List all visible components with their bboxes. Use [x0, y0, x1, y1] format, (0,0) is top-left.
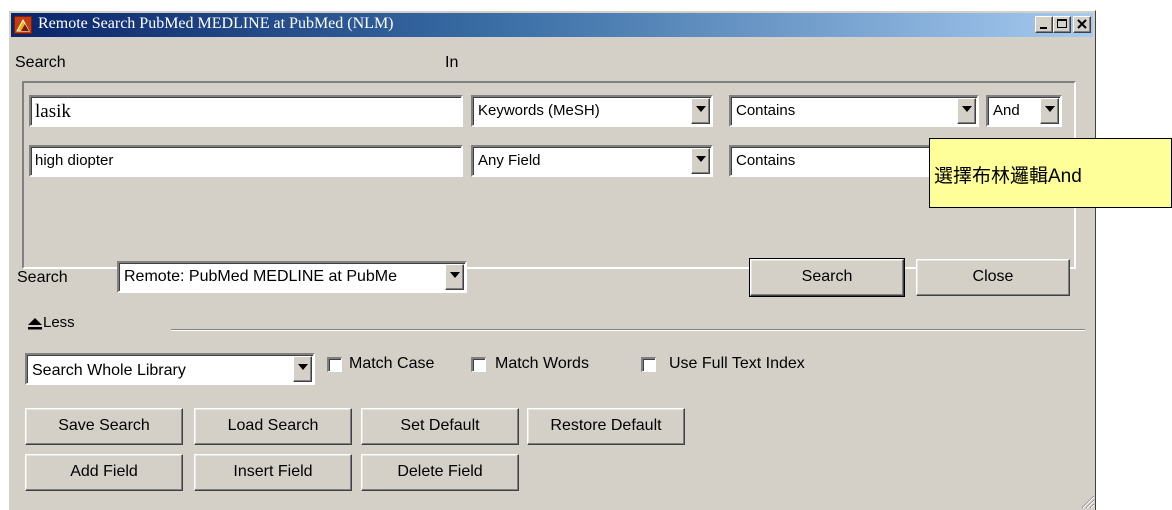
save-search-button[interactable]: Save Search	[25, 408, 183, 445]
maximize-icon	[1057, 19, 1067, 28]
window-title: Remote Search PubMed MEDLINE at PubMed (…	[38, 15, 394, 32]
chevron-down-icon[interactable]	[691, 148, 710, 174]
load-search-button[interactable]: Load Search	[194, 408, 352, 445]
operator-select-1[interactable]: Contains	[729, 95, 979, 127]
less-toggle[interactable]: Less	[27, 314, 117, 336]
boolean-select-1[interactable]: And	[986, 95, 1062, 127]
source-select[interactable]: Remote: PubMed MEDLINE at PubMe	[117, 261, 467, 293]
insert-field-button[interactable]: Insert Field	[194, 454, 352, 491]
delete-field-button[interactable]: Delete Field	[361, 454, 519, 491]
restore-default-button[interactable]: Restore Default	[527, 408, 685, 445]
source-select-value: Remote: PubMed MEDLINE at PubMe	[124, 268, 398, 285]
field-select-2[interactable]: Any Field	[471, 145, 713, 177]
match-case-label[interactable]: Match Case	[349, 355, 434, 373]
boolean-select-1-value: And	[993, 102, 1020, 119]
annotation-text: 選擇布林邏輯And	[934, 166, 1082, 187]
scope-select-value: Search Whole Library	[32, 362, 186, 379]
add-field-button[interactable]: Add Field	[25, 454, 183, 491]
match-words-label[interactable]: Match Words	[495, 355, 589, 373]
match-words-checkbox[interactable]	[471, 357, 486, 372]
close-button[interactable]: Close	[916, 259, 1070, 296]
maximize-button[interactable]	[1053, 16, 1071, 33]
scope-select[interactable]: Search Whole Library	[25, 353, 315, 385]
minimize-icon	[1040, 27, 1047, 29]
source-label: Search	[17, 269, 68, 286]
close-window-button[interactable]	[1073, 16, 1091, 33]
match-case-checkbox[interactable]	[327, 357, 342, 372]
search-window: Remote Search PubMed MEDLINE at PubMed (…	[8, 10, 1096, 510]
field-select-2-value: Any Field	[478, 152, 541, 169]
less-label: Less	[43, 314, 75, 331]
field-select-1[interactable]: Keywords (MeSH)	[471, 95, 713, 127]
arrow-up-icon	[28, 318, 42, 330]
chevron-down-icon[interactable]	[293, 356, 312, 382]
set-default-button[interactable]: Set Default	[361, 408, 519, 445]
in-column-header: In	[445, 54, 459, 71]
minimize-button[interactable]	[1035, 16, 1053, 33]
operator-select-2-value: Contains	[736, 152, 796, 169]
chevron-down-icon[interactable]	[691, 98, 710, 124]
operator-select-1-value: Contains	[736, 102, 796, 119]
close-icon	[1077, 19, 1087, 29]
full-text-index-checkbox[interactable]	[641, 357, 656, 372]
chevron-down-icon[interactable]	[445, 264, 464, 290]
annotation-callout: 選擇布林邏輯And	[929, 138, 1172, 208]
app-icon	[14, 16, 32, 34]
search-button[interactable]: Search	[749, 258, 905, 297]
full-text-index-label[interactable]: Use Full Text Index	[669, 355, 805, 373]
search-term-input-2[interactable]: high diopter	[29, 145, 463, 177]
resize-grip-icon[interactable]	[1077, 491, 1095, 509]
search-column-header: Search	[15, 54, 66, 71]
field-select-1-value: Keywords (MeSH)	[478, 102, 600, 119]
title-bar[interactable]: Remote Search PubMed MEDLINE at PubMed (…	[11, 13, 1093, 37]
search-term-input-1[interactable]: lasik	[29, 95, 463, 127]
separator-line	[171, 329, 1085, 331]
chevron-down-icon[interactable]	[1040, 98, 1059, 124]
chevron-down-icon[interactable]	[957, 98, 976, 124]
